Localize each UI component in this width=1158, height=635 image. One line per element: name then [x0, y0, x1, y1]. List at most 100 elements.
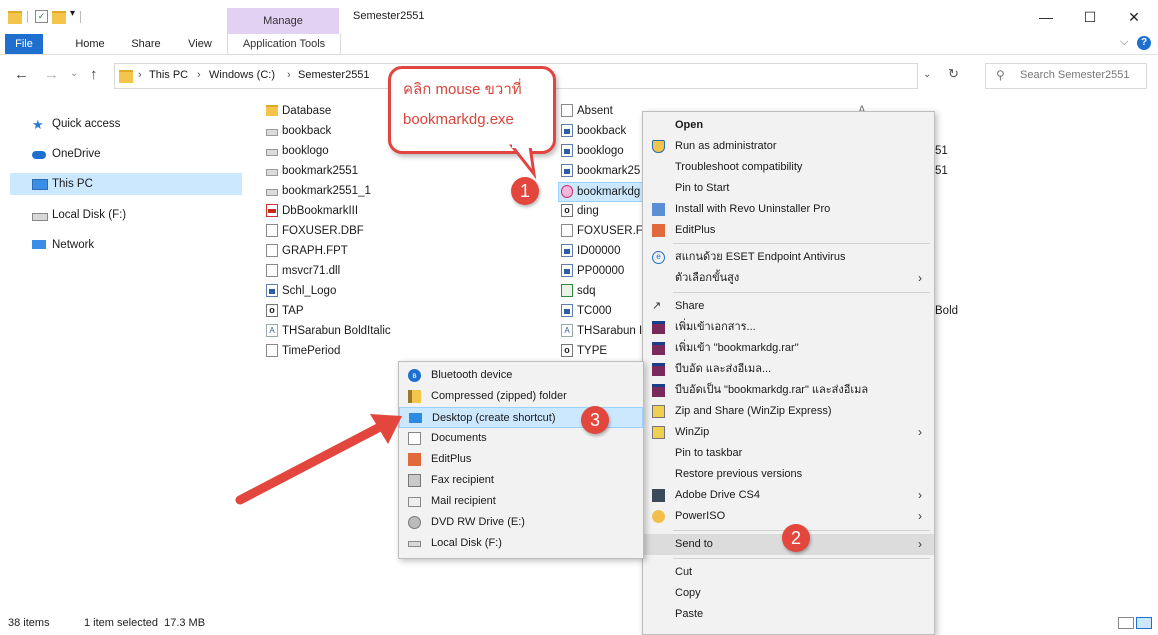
file-item[interactable]: GRAPH.FPT	[266, 242, 348, 260]
menu-item-advanced[interactable]: ตัวเลือกขั้นสูง ›	[643, 268, 934, 289]
sidebar-item-quick-access[interactable]: ★ Quick access	[10, 113, 242, 135]
menu-item-restore-versions[interactable]: Restore previous versions	[643, 464, 934, 485]
menu-item-winrar-email[interactable]: บีบอัด และส่งอีเมล...	[643, 359, 934, 380]
tab-home[interactable]: Home	[70, 34, 110, 54]
menu-item-label: เพิ่มเข้า "bookmarkdg.rar"	[675, 342, 799, 354]
forward-icon[interactable]: →	[44, 66, 59, 83]
menu-item-troubleshoot[interactable]: Troubleshoot compatibility	[643, 157, 934, 178]
menu-item-eset[interactable]: e สแกนด้วย ESET Endpoint Antivirus	[643, 247, 934, 268]
file-item[interactable]: TimePeriod	[266, 342, 340, 360]
minimize-button[interactable]: —	[1024, 2, 1068, 32]
menu-item-winrar-add-rar[interactable]: เพิ่มเข้า "bookmarkdg.rar"	[643, 338, 934, 359]
menu-item-editplus[interactable]: EditPlus	[643, 220, 934, 241]
refresh-icon[interactable]: ↻	[948, 66, 959, 82]
file-icon	[561, 244, 573, 258]
manage-tab[interactable]: Manage	[227, 8, 339, 34]
menu-item-winrar-add[interactable]: เพิ่มเข้าเอกสาร...	[643, 317, 934, 338]
menu-item-run-as-admin[interactable]: Run as administrator	[643, 136, 934, 157]
file-name: TC000	[577, 305, 612, 317]
file-item[interactable]: bookback	[266, 122, 331, 140]
menu-item-winrar-rar-email[interactable]: บีบอัดเป็น "bookmarkdg.rar" และส่งอีเมล	[643, 380, 934, 401]
send-to-fax[interactable]: Fax recipient	[399, 470, 643, 491]
menu-item-revo[interactable]: Install with Revo Uninstaller Pro	[643, 199, 934, 220]
menu-item-copy[interactable]: Copy	[643, 583, 934, 604]
new-folder-icon[interactable]	[52, 11, 66, 24]
sidebar-item-onedrive[interactable]: OneDrive	[10, 143, 242, 165]
back-icon[interactable]: ←	[14, 66, 29, 83]
file-item[interactable]: ID00000	[561, 242, 620, 260]
send-to-bluetooth[interactable]: ʙ Bluetooth device	[399, 365, 643, 386]
file-item[interactable]: bookmark2551_1	[266, 182, 371, 200]
cloud-icon	[32, 151, 46, 159]
winrar-icon	[652, 342, 665, 355]
file-item[interactable]: FOXUSER.DBF	[266, 222, 364, 240]
breadcrumb-windows-c[interactable]: Windows (C:)	[209, 69, 275, 81]
send-to-documents[interactable]: Documents	[399, 428, 643, 449]
file-item[interactable]: o ding	[561, 202, 599, 220]
menu-item-adobe-drive[interactable]: Adobe Drive CS4 ›	[643, 485, 934, 506]
tab-application-tools[interactable]: Application Tools	[227, 34, 341, 55]
menu-item-winzip[interactable]: WinZip ›	[643, 422, 934, 443]
sidebar-item-label: OneDrive	[52, 148, 101, 160]
file-item[interactable]: PP00000	[561, 262, 624, 280]
send-to-zip-folder[interactable]: Compressed (zipped) folder	[399, 386, 643, 407]
file-item[interactable]: Database	[266, 102, 331, 120]
menu-item-pin-taskbar[interactable]: Pin to taskbar	[643, 443, 934, 464]
large-icons-view-icon[interactable]	[1136, 617, 1152, 629]
send-to-dvd[interactable]: DVD RW Drive (E:)	[399, 512, 643, 533]
file-item[interactable]: o TAP	[266, 302, 304, 320]
file-item[interactable]: Schl_Logo	[266, 282, 336, 300]
search-box[interactable]: ⚲ Search Semester2551	[985, 63, 1147, 89]
file-item[interactable]: msvcr71.dll	[266, 262, 340, 280]
computer-icon	[32, 179, 48, 190]
up-icon[interactable]: ↑	[90, 66, 98, 83]
context-menu: Open Run as administrator Troubleshoot c…	[642, 111, 935, 635]
menu-item-cut[interactable]: Cut	[643, 562, 934, 583]
send-to-editplus[interactable]: EditPlus	[399, 449, 643, 470]
menu-item-pin-to-start[interactable]: Pin to Start	[643, 178, 934, 199]
file-item[interactable]: TC000	[561, 302, 612, 320]
maximize-button[interactable]: ☐	[1068, 2, 1112, 32]
file-item[interactable]: A THSarabun It	[561, 322, 645, 340]
file-item[interactable]: o TYPE	[561, 342, 607, 360]
details-view-icon[interactable]	[1118, 617, 1134, 629]
file-item[interactable]: bookmark25	[561, 162, 640, 180]
spreadsheet-icon	[561, 284, 573, 298]
recent-locations-icon[interactable]: ⌄	[70, 68, 78, 79]
sidebar-item-this-pc[interactable]: This PC	[10, 173, 242, 195]
send-to-local-disk-f[interactable]: Local Disk (F:)	[399, 533, 643, 554]
file-item[interactable]: sdq	[561, 282, 596, 300]
close-button[interactable]: ✕	[1112, 2, 1156, 32]
address-dropdown-icon[interactable]: ⌄	[923, 69, 931, 80]
step-badge-1: 1	[511, 177, 539, 205]
customize-toolbar-icon[interactable]: ▾	[70, 8, 75, 19]
send-to-mail[interactable]: Mail recipient	[399, 491, 643, 512]
file-item[interactable]: Absent	[561, 102, 613, 120]
breadcrumb-semester[interactable]: Semester2551	[298, 69, 370, 81]
selected-file-bookmarkdg[interactable]: bookmarkdg	[558, 182, 647, 202]
file-item[interactable]: booklogo	[266, 142, 329, 160]
menu-item-poweriso[interactable]: PowerISO ›	[643, 506, 934, 527]
sidebar-item-network[interactable]: Network	[10, 234, 242, 256]
network-icon	[32, 240, 46, 249]
tab-view[interactable]: View	[180, 34, 220, 54]
help-icon[interactable]: ?	[1137, 36, 1151, 50]
tab-share[interactable]: Share	[126, 34, 166, 54]
ribbon-collapse-icon[interactable]: ⌵	[1120, 36, 1128, 49]
tab-file[interactable]: File	[5, 34, 43, 54]
file-item[interactable]: bookback	[561, 122, 626, 140]
file-item[interactable]: bookmark2551	[266, 162, 358, 180]
callout-tail	[508, 140, 537, 180]
sidebar-item-local-disk-f[interactable]: Local Disk (F:)	[10, 204, 242, 226]
menu-item-winzip-express[interactable]: Zip and Share (WinZip Express)	[643, 401, 934, 422]
menu-item-open[interactable]: Open	[643, 115, 934, 136]
breadcrumb-this-pc[interactable]: This PC	[149, 69, 188, 81]
menu-item-label: Open	[675, 119, 704, 131]
file-item[interactable]: booklogo	[561, 142, 624, 160]
file-item[interactable]: A THSarabun BoldItalic	[266, 322, 391, 340]
menu-item-share[interactable]: ↗ Share	[643, 296, 934, 317]
search-input[interactable]: Search Semester2551	[1020, 69, 1129, 81]
properties-icon[interactable]: ✓	[35, 10, 48, 23]
file-item[interactable]: FOXUSER.FP	[561, 222, 650, 240]
file-item[interactable]: DbBookmarkIII	[266, 202, 358, 220]
